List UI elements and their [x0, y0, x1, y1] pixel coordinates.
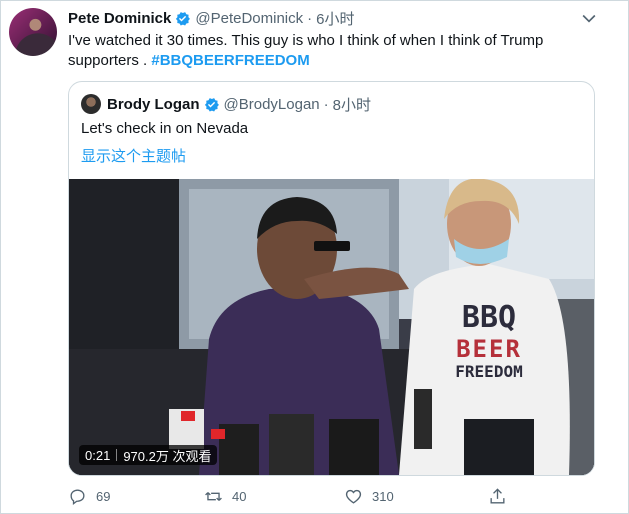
shirt-line-bbq: BBQ	[461, 300, 517, 335]
tweet-text: I've watched it 30 times. This guy is wh…	[68, 31, 588, 71]
quote-header: Brody Logan @BrodyLogan · 8小时	[107, 94, 371, 114]
author-avatar[interactable]	[9, 8, 57, 56]
reply-count: 69	[96, 488, 111, 504]
retweet-count: 40	[232, 488, 247, 504]
video-duration: 0:21	[85, 447, 111, 463]
tweet-actions: 69 40 310	[68, 484, 518, 508]
reply-button[interactable]: 69	[68, 484, 110, 508]
author-handle[interactable]: @PeteDominick	[195, 10, 303, 27]
heart-icon	[345, 489, 362, 504]
show-thread-link[interactable]: 显示这个主题帖	[81, 145, 186, 166]
separator-dot: ·	[307, 9, 313, 27]
quote-text: Let's check in on Nevada	[81, 120, 249, 137]
video-views: 970.2万 次观看	[123, 448, 212, 464]
video-player[interactable]: BBQ BEER FREEDOM 0:21 970.2万 次观看	[69, 179, 594, 475]
quote-author-handle[interactable]: @BrodyLogan	[224, 96, 320, 113]
tweet-timestamp[interactable]: 6小时	[316, 8, 354, 29]
chevron-down-icon[interactable]	[579, 8, 599, 28]
badge-divider	[116, 449, 118, 461]
verified-badge-icon	[176, 11, 191, 26]
quote-author-name[interactable]: Brody Logan	[107, 96, 200, 113]
quote-timestamp[interactable]: 8小时	[333, 94, 371, 115]
like-button[interactable]: 310	[344, 484, 394, 508]
tweet-header: Pete Dominick @PeteDominick · 6小时	[68, 8, 354, 28]
reply-icon	[70, 488, 85, 505]
like-count: 310	[372, 488, 394, 504]
shirt-print: BBQ BEER FREEDOM	[429, 300, 549, 382]
separator-dot: ·	[323, 95, 329, 113]
verified-badge-icon	[204, 97, 219, 112]
video-info-badge: 0:21 970.2万 次观看	[79, 445, 218, 465]
quote-author-avatar[interactable]	[81, 94, 101, 114]
retweet-button[interactable]: 40	[204, 484, 246, 508]
shirt-line-beer: BEER	[456, 334, 522, 363]
retweet-icon	[205, 491, 222, 501]
quoted-tweet[interactable]: Brody Logan @BrodyLogan · 8小时 Let's chec…	[68, 81, 595, 476]
share-button[interactable]	[488, 484, 516, 508]
author-name[interactable]: Pete Dominick	[68, 10, 171, 27]
share-icon	[490, 487, 505, 504]
hashtag-link[interactable]: #BBQBEERFREEDOM	[151, 52, 309, 69]
shirt-line-freedom: FREEDOM	[455, 362, 523, 382]
